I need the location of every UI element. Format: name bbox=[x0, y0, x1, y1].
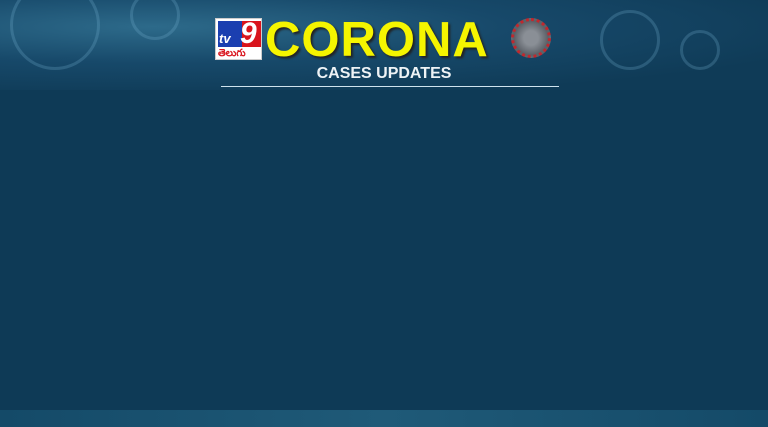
divider bbox=[221, 86, 559, 87]
page-subtitle: CASES UPDATES bbox=[316, 65, 452, 82]
content-panel bbox=[0, 90, 768, 410]
logo-tv-text: tv bbox=[219, 31, 231, 46]
footer-strip bbox=[0, 410, 768, 427]
virus-background-decoration bbox=[680, 30, 720, 70]
virus-background-decoration bbox=[600, 10, 660, 70]
coronavirus-icon bbox=[511, 18, 551, 58]
logo-brand: 9 bbox=[240, 17, 257, 50]
header-banner: tv 9 తెలుగు CORONA CASES UPDATES bbox=[0, 0, 768, 90]
virus-background-decoration bbox=[130, 0, 180, 40]
page-title: CORONA bbox=[265, 13, 489, 67]
virus-background-decoration bbox=[10, 0, 100, 70]
logo-language: తెలుగు bbox=[218, 48, 246, 59]
tv9-telugu-logo: tv 9 తెలుగు bbox=[215, 17, 262, 60]
